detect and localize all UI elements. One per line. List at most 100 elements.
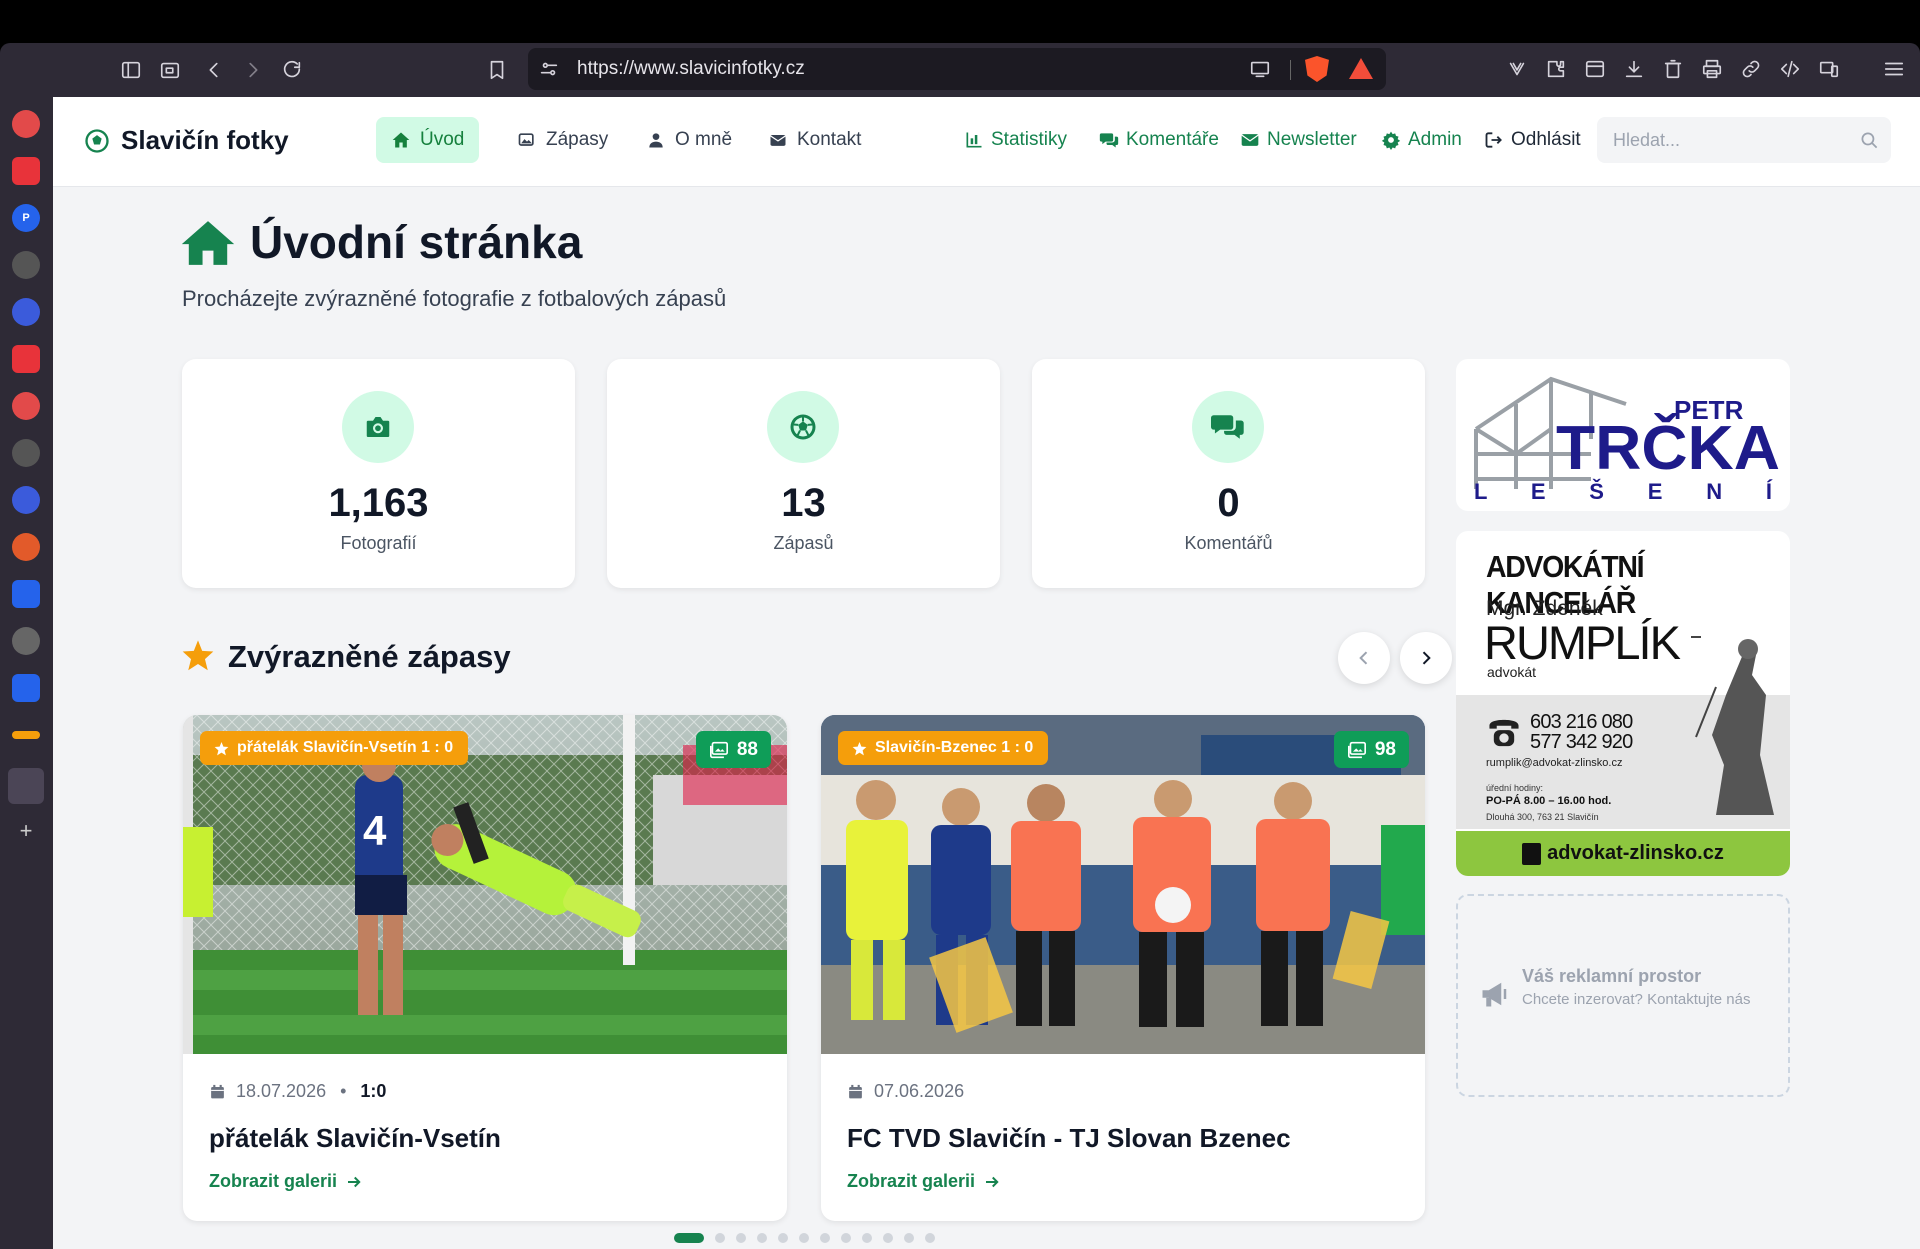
match-badge: Slavičín-Bzenec 1 : 0 [838,731,1049,765]
web-page: Slavičín fotky Úvod Zápasy O mně Kontakt… [53,97,1920,1249]
window-top-bar [0,0,1920,43]
phone-icon [1489,719,1519,747]
carousel-dot[interactable] [778,1233,788,1243]
nav-comments[interactable]: Komentáře [1093,117,1225,163]
match-card[interactable]: 4 přátelák Slavičín-Vsetín 1 : 0 88 18.0… [183,715,787,1221]
app-icon-2[interactable] [12,157,40,185]
app-icon-10[interactable] [12,533,40,561]
reading-list-icon[interactable] [1578,52,1612,86]
page-subtitle: Procházejte zvýrazněné fotografie z fotb… [182,286,727,311]
carousel-dot[interactable] [757,1233,767,1243]
nav-contact[interactable]: Kontakt [753,117,876,163]
match-badge: přátelák Slavičín-Vsetín 1 : 0 [200,731,469,765]
app-icon-9[interactable] [12,486,40,514]
url-text[interactable]: https://www.slavicinfotky.cz [577,57,805,81]
carousel-prev-button[interactable] [1338,632,1390,684]
ad-placeholder-title: Váš reklamní prostor [1522,966,1702,986]
bookmark-icon[interactable] [480,53,514,87]
nav-logout[interactable]: Odhlásit [1478,117,1587,163]
nav-stats[interactable]: Statistiky [958,117,1073,163]
svg-text:4: 4 [363,807,387,854]
carousel-dot[interactable] [799,1233,809,1243]
app-icon-12[interactable] [12,627,40,655]
stat-value: 1,163 [328,481,429,525]
images-icon [518,133,534,146]
match-photo[interactable]: 4 [183,715,787,1054]
search-input[interactable] [1613,129,1843,151]
ad-trcka[interactable]: PETR TRČKA L E Š E N Í [1456,359,1790,511]
back-icon[interactable] [197,53,231,87]
reload-icon[interactable] [275,53,309,87]
app-icon-6[interactable] [12,345,40,373]
carousel-dot[interactable] [820,1233,830,1243]
app-icon-5[interactable] [12,298,40,326]
carousel-dot[interactable] [925,1233,935,1243]
carousel-dot[interactable] [736,1233,746,1243]
download-icon[interactable] [1617,52,1651,86]
match-title[interactable]: FC TVD Slavičín - TJ Slovan Bzenec [847,1123,1291,1154]
site-brand[interactable]: Slavičín fotky [83,125,289,156]
view-gallery-link[interactable]: Zobrazit galerii [847,1171,1001,1192]
carousel-dot[interactable] [862,1233,872,1243]
link-icon[interactable] [1734,52,1768,86]
chart-icon [966,132,982,148]
nav-admin[interactable]: Admin [1375,117,1468,163]
match-card[interactable]: Slavičín-Bzenec 1 : 0 98 07.06.2026 FC T… [821,715,1425,1221]
wallet-icon[interactable] [1500,52,1534,86]
nav-contact-label: Kontakt [797,129,862,150]
calendar-icon [849,1084,862,1098]
match-score: 1:0 [360,1081,387,1101]
nav-comments-label: Komentáře [1126,129,1219,150]
stat-icon-circle [342,391,414,463]
trcka-name: TRČKA [1556,414,1780,483]
browser-sidebar: P + [0,97,53,1249]
print-icon[interactable] [1695,52,1729,86]
code-icon[interactable] [1773,52,1807,86]
app-icon-4[interactable] [12,251,40,279]
brave-rewards-icon[interactable] [1349,58,1373,79]
section-title: Zvýrazněné zápasy [228,639,511,674]
nav-logout-label: Odhlásit [1511,129,1581,150]
app-icon-8[interactable] [12,439,40,467]
app-icon-14[interactable] [12,731,40,739]
ad-rumplik-role: advokát [1487,664,1537,680]
devices-icon[interactable] [1812,52,1846,86]
carousel-dot[interactable] [841,1233,851,1243]
view-gallery-link[interactable]: Zobrazit galerii [209,1171,363,1192]
app-icon-15[interactable] [8,768,44,804]
ad-placeholder[interactable]: Váš reklamní prostor Chcete inzerovat? K… [1456,894,1790,1097]
nav-about-label: O mně [675,129,733,150]
camera-icon [366,417,390,437]
add-icon[interactable]: + [12,817,40,845]
cast-icon[interactable] [1243,52,1277,86]
menu-icon[interactable] [1877,52,1911,86]
carousel-dot-active[interactable] [674,1233,704,1243]
extensions-icon[interactable] [1539,52,1573,86]
app-icon-1[interactable] [12,110,40,138]
app-icon-7[interactable] [12,392,40,420]
carousel-dot[interactable] [883,1233,893,1243]
sidebar-toggle-icon[interactable] [114,53,148,87]
nav-home-label: Úvod [420,129,465,150]
nav-newsletter[interactable]: Newsletter [1234,117,1363,163]
match-photo[interactable] [821,715,1425,1054]
carousel-dot[interactable] [715,1233,725,1243]
site-info-icon[interactable] [532,52,566,86]
images-icon [709,741,728,758]
forward-icon[interactable] [236,53,270,87]
match-badge-label: Slavičín-Bzenec 1 : 0 [875,739,1034,756]
photo-count-badge: 88 [695,731,771,768]
page-title: Úvodní stránka [250,216,583,268]
search-icon[interactable] [1860,131,1879,150]
ad-rumplik[interactable]: ADVOKÁTNÍ KANCELÁŘ Mgr. Zdeněk RUMPLÍK a… [1456,531,1790,876]
match-title[interactable]: přátelák Slavičín-Vsetín [209,1123,501,1154]
tab-search-icon[interactable] [153,53,187,87]
carousel-dot[interactable] [904,1233,914,1243]
trash-icon[interactable] [1656,52,1690,86]
app-icon-13[interactable] [12,674,40,702]
nav-home[interactable]: Úvod [376,117,480,163]
carousel-next-button[interactable] [1400,632,1452,684]
nav-matches[interactable]: Zápasy [502,117,623,163]
nav-about[interactable]: O mně [631,117,747,163]
app-icon-11[interactable] [12,580,40,608]
